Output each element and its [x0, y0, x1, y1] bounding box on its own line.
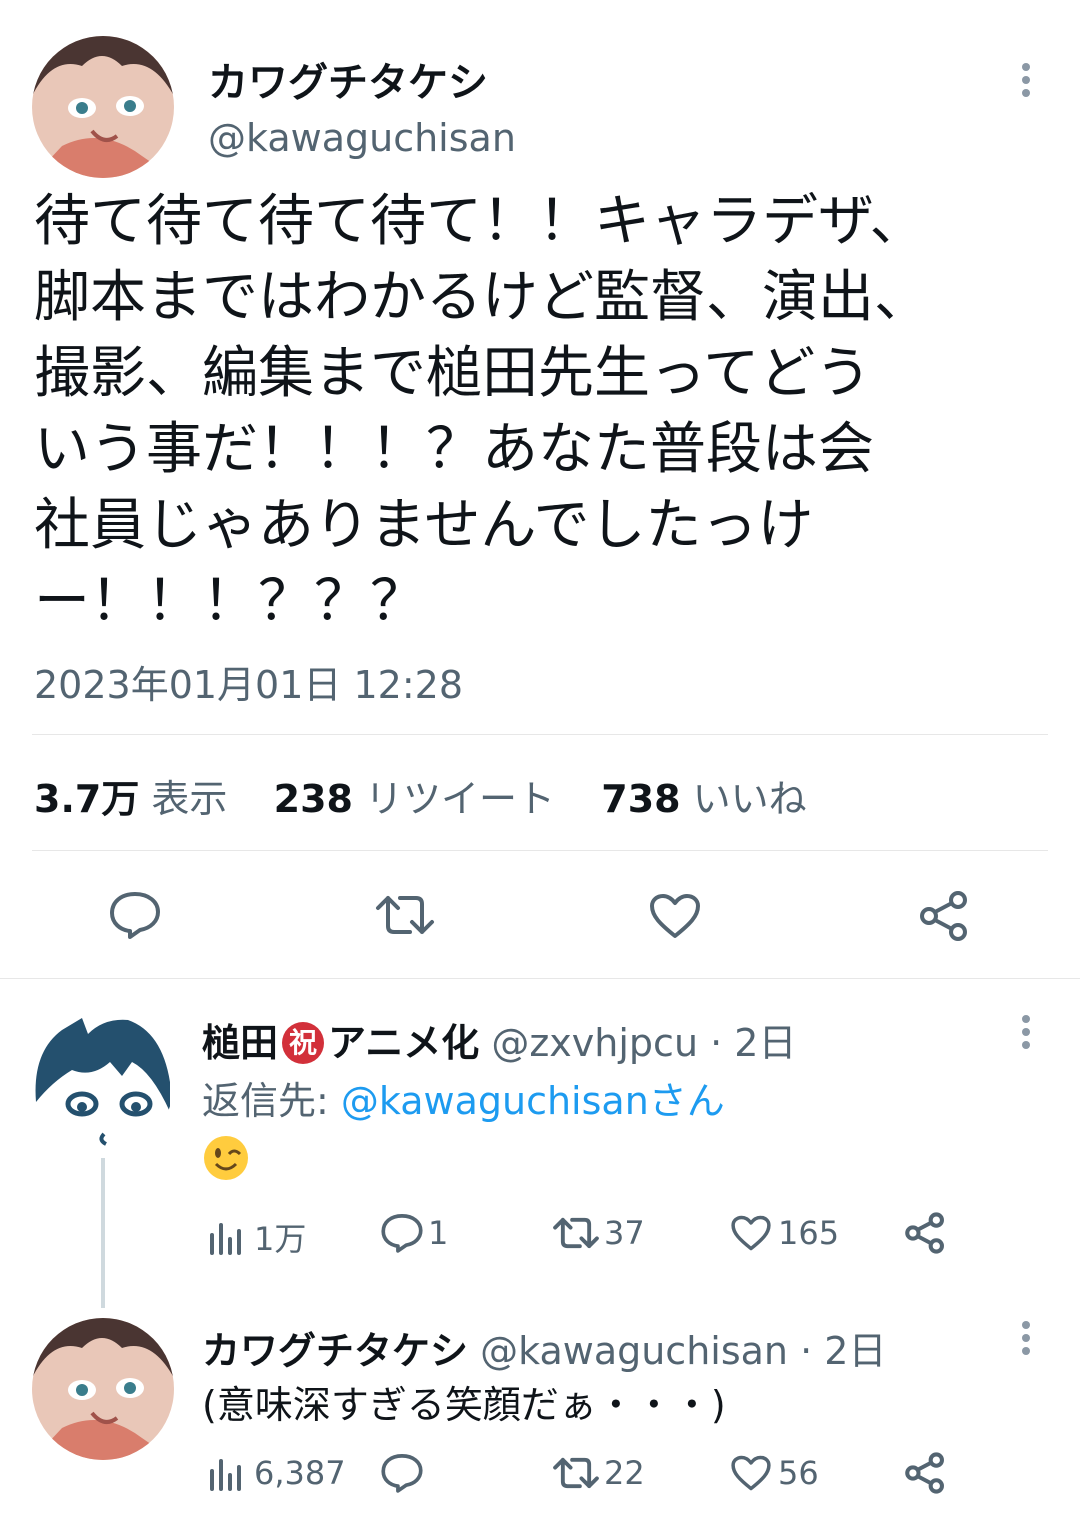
retweet-icon — [553, 1457, 599, 1489]
retweet-icon — [376, 896, 434, 934]
reply2-display-name[interactable]: カワグチタケシ — [202, 1329, 468, 1373]
author-display-name[interactable]: カワグチタケシ — [208, 50, 488, 108]
reply2-avatar[interactable] — [32, 1318, 174, 1460]
likes-stat[interactable]: 738 いいね — [601, 777, 806, 821]
tweet-text-line: いう事だ！！！？あなた普段は会 — [34, 417, 874, 482]
section-divider — [0, 978, 1080, 979]
views-count: 3.7万 — [34, 777, 140, 821]
likes-label: いいね — [692, 777, 807, 821]
heart-icon — [731, 1455, 771, 1491]
reply2-like-button[interactable]: 56 — [730, 1454, 819, 1492]
reply1-like-button[interactable]: 165 — [730, 1214, 839, 1252]
reply1-reply-to: 返信先: @kawaguchisanさん — [202, 1070, 725, 1125]
views-stat[interactable]: 3.7万 表示 — [34, 777, 240, 821]
more-options-icon[interactable] — [1012, 62, 1040, 102]
reply1-name-part1: 槌田 — [202, 1021, 279, 1065]
reply-icon — [110, 892, 160, 939]
reply1-replies-count: 1 — [428, 1214, 449, 1252]
views-label: 表示 — [151, 777, 228, 821]
tweet-stats: 3.7万 表示 238 リツイート 738 いいね — [34, 768, 807, 823]
tweet-text-line: 待て待て待て待て！！キャラデザ、 — [34, 189, 926, 254]
tweet-text-line: ー！！！？？？ — [34, 569, 426, 634]
reply1-views-count: 1万 — [254, 1220, 307, 1258]
retweets-stat[interactable]: 238 リツイート — [274, 777, 568, 821]
heart-icon — [731, 1215, 771, 1251]
reply2-reply-button[interactable] — [380, 1452, 428, 1494]
tweet-timestamp[interactable]: 2023年01月01日 12:28 — [34, 654, 463, 709]
retweet-button[interactable] — [374, 892, 436, 942]
share-icon — [905, 1212, 944, 1254]
reply1-reply-button[interactable]: 1 — [380, 1212, 448, 1254]
reply1-share-button[interactable] — [904, 1212, 946, 1254]
retweet-icon — [553, 1217, 599, 1249]
reply1-header: 槌田祝アニメ化 @zxvhjpcu · 2日 — [202, 1012, 796, 1067]
reply-to-label: 返信先: — [202, 1079, 341, 1123]
reply1-avatar[interactable] — [32, 1012, 174, 1154]
reply2-views-button[interactable]: 6,387 — [208, 1454, 346, 1492]
reply2-views-count: 6,387 — [254, 1454, 346, 1492]
reply-to-link[interactable]: @kawaguchisanさん — [341, 1079, 725, 1123]
reply2-retweets-count: 22 — [604, 1454, 645, 1492]
heart-icon — [650, 894, 700, 938]
reply2-header: カワグチタケシ @kawaguchisan · 2日 — [202, 1320, 886, 1375]
reply1-retweet-button[interactable]: 37 — [552, 1214, 645, 1252]
share-button[interactable] — [918, 890, 970, 946]
thread-line — [101, 1158, 105, 1308]
tweet-text-line: 脚本まではわかるけど監督、演出、 — [34, 265, 930, 330]
reply2-retweet-button[interactable]: 22 — [552, 1454, 645, 1492]
reply1-likes-count: 165 — [778, 1214, 840, 1252]
iwai-badge: 祝 — [282, 1022, 325, 1064]
retweets-count: 238 — [273, 777, 353, 821]
wink-emoji-icon — [204, 1136, 248, 1180]
reply2-likes-count: 56 — [778, 1454, 819, 1492]
retweets-label: リツイート — [365, 777, 556, 821]
reply-icon — [381, 1214, 423, 1253]
reply2-handle[interactable]: @kawaguchisan — [480, 1329, 788, 1373]
reply-icon — [381, 1454, 423, 1493]
author-avatar[interactable] — [32, 36, 174, 178]
reply2-share-button[interactable] — [904, 1452, 946, 1494]
reply2-text: (意味深すぎる笑顔だぁ・・・) — [202, 1383, 726, 1427]
share-icon — [920, 891, 967, 941]
author-handle[interactable]: @kawaguchisan — [208, 116, 516, 160]
reply1-display-name[interactable]: 槌田祝アニメ化 — [202, 1021, 479, 1065]
views-icon — [210, 1459, 241, 1491]
likes-count: 738 — [601, 777, 681, 821]
divider — [32, 850, 1048, 851]
tweet-text-line: 社員じゃありませんでしたっけ — [34, 493, 814, 558]
tweet-text-line: 撮影、編集まで槌田先生ってどう — [34, 341, 872, 406]
reply1-more-options-icon[interactable] — [1012, 1014, 1040, 1054]
share-icon — [905, 1452, 944, 1494]
reply2-time[interactable]: · 2日 — [800, 1329, 886, 1373]
reply1-views-button[interactable]: 1万 — [208, 1214, 306, 1260]
views-icon — [210, 1223, 241, 1255]
reply1-time[interactable]: · 2日 — [710, 1021, 796, 1065]
reply-button[interactable] — [108, 890, 162, 944]
reply1-name-part2: アニメ化 — [328, 1021, 480, 1065]
tweet-text: 待て待て待て待て！！キャラデザ、 脚本まではわかるけど監督、演出、 撮影、編集ま… — [34, 184, 1044, 640]
reply1-text — [202, 1134, 250, 1186]
divider — [32, 734, 1048, 735]
reply2-more-options-icon[interactable] — [1012, 1320, 1040, 1360]
reply1-handle[interactable]: @zxvhjpcu — [491, 1021, 698, 1065]
like-button[interactable] — [648, 892, 702, 944]
reply1-retweets-count: 37 — [604, 1214, 645, 1252]
